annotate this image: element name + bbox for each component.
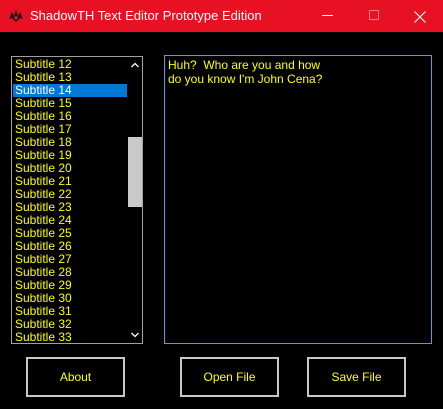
subtitle-list-item[interactable]: Subtitle 26 <box>13 240 127 253</box>
window-title: ShadowTH Text Editor Prototype Edition <box>30 8 262 23</box>
subtitle-list-item[interactable]: Subtitle 33 <box>13 331 127 343</box>
subtitle-list-item[interactable]: Subtitle 25 <box>13 227 127 240</box>
app-icon <box>8 9 24 23</box>
about-button[interactable]: About <box>26 357 125 397</box>
subtitle-list-item[interactable]: Subtitle 24 <box>13 214 127 227</box>
chevron-up-icon <box>131 62 139 68</box>
close-icon <box>414 10 426 23</box>
subtitle-list-item[interactable]: Subtitle 17 <box>13 123 127 136</box>
subtitle-text-editor[interactable]: Huh? Who are you and how do you know I'm… <box>164 55 432 344</box>
subtitle-list-item[interactable]: Subtitle 14 <box>13 84 127 97</box>
subtitle-list-item[interactable]: Subtitle 21 <box>13 175 127 188</box>
subtitle-list-item[interactable]: Subtitle 30 <box>13 292 127 305</box>
maximize-icon <box>369 10 379 20</box>
title-bar[interactable]: ShadowTH Text Editor Prototype Edition <box>0 0 443 32</box>
subtitle-list: Subtitle 12 Subtitle 13 Subtitle 14 Subtitl… <box>13 58 127 343</box>
subtitle-list-item[interactable]: Subtitle 23 <box>13 201 127 214</box>
subtitle-list-item[interactable]: Subtitle 31 <box>13 305 127 318</box>
subtitle-list-item[interactable]: Subtitle 27 <box>13 253 127 266</box>
subtitle-list-item[interactable]: Subtitle 15 <box>13 97 127 110</box>
minimize-button[interactable] <box>305 0 351 32</box>
scroll-thumb[interactable] <box>128 137 142 207</box>
subtitle-list-item[interactable]: Subtitle 28 <box>13 266 127 279</box>
maximize-button[interactable] <box>351 0 397 32</box>
subtitle-list-item[interactable]: Subtitle 32 <box>13 318 127 331</box>
scroll-up-button[interactable] <box>127 57 142 73</box>
chevron-down-icon <box>131 332 139 338</box>
close-button[interactable] <box>397 0 443 32</box>
subtitle-list-item[interactable]: Subtitle 20 <box>13 162 127 175</box>
minimize-icon <box>322 15 333 16</box>
subtitle-list-item[interactable]: Subtitle 29 <box>13 279 127 292</box>
subtitle-list-item[interactable]: Subtitle 16 <box>13 110 127 123</box>
subtitle-list-item[interactable]: Subtitle 19 <box>13 149 127 162</box>
save-file-button[interactable]: Save File <box>307 357 406 397</box>
subtitle-list-item[interactable]: Subtitle 13 <box>13 71 127 84</box>
subtitle-list-item[interactable]: Subtitle 18 <box>13 136 127 149</box>
scroll-down-button[interactable] <box>127 327 142 343</box>
subtitle-listbox[interactable]: Subtitle 12 Subtitle 13 Subtitle 14 Subtitl… <box>11 56 143 344</box>
vertical-scrollbar[interactable] <box>127 57 142 343</box>
subtitle-list-item[interactable]: Subtitle 22 <box>13 188 127 201</box>
open-file-button[interactable]: Open File <box>180 357 279 397</box>
subtitle-list-item[interactable]: Subtitle 12 <box>13 58 127 71</box>
